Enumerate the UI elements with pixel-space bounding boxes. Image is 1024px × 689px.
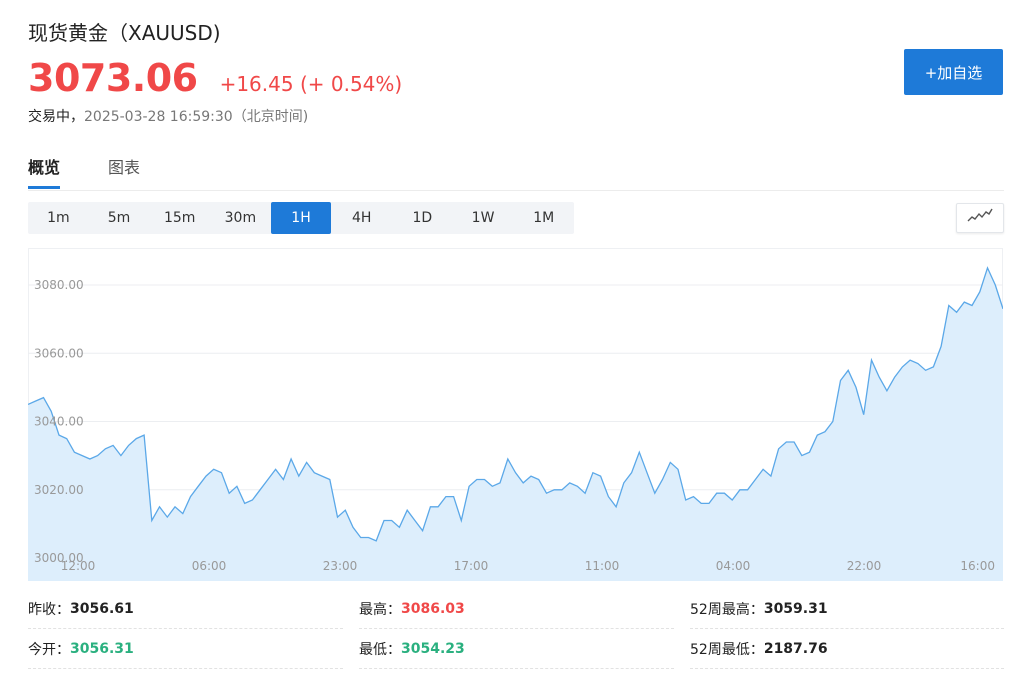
- interval-15m[interactable]: 15m: [149, 202, 210, 234]
- instrument-title: 现货黄金（XAUUSD): [28, 21, 221, 45]
- add-watchlist-button[interactable]: +加自选: [904, 49, 1003, 95]
- interval-1h[interactable]: 1H: [270, 202, 332, 234]
- x-tick-label: 22:00: [847, 559, 882, 573]
- price-chart[interactable]: 3000.00 3020.00 3040.00 3060.00 3080.00 12:0…: [28, 248, 1003, 581]
- stat-value: 3086.03: [401, 601, 465, 617]
- stats-row-1: 昨收： 3056.61 最高： 3086.03 52周最高： 3059.31: [28, 590, 1004, 630]
- stat-label: 昨收：: [28, 602, 70, 618]
- stat-value: 3056.31: [70, 641, 134, 657]
- interval-selector: 1m 5m 15m 30m 1H 4H 1D 1W 1M: [28, 202, 574, 234]
- x-tick-label: 12:00: [61, 559, 96, 573]
- y-tick-label: 3020.00: [34, 483, 84, 497]
- line-chart-icon: [967, 208, 993, 228]
- tab-overview[interactable]: 概览: [28, 154, 61, 189]
- y-tick-label: 3040.00: [34, 415, 84, 429]
- interval-1m[interactable]: 1m: [28, 202, 89, 234]
- stat-value: 2187.76: [763, 641, 828, 657]
- stat-label: 52周最低：: [690, 642, 764, 658]
- y-tick-label: 3080.00: [34, 278, 84, 292]
- x-tick-label: 16:00: [960, 559, 995, 573]
- x-tick-label: 06:00: [192, 559, 227, 573]
- stat-open: 今开： 3056.31: [28, 630, 343, 669]
- trading-status-text: 交易中，: [28, 109, 84, 125]
- tab-bar: 概览 图表: [28, 150, 1004, 191]
- interval-4h[interactable]: 4H: [331, 202, 392, 234]
- y-tick-label: 3060.00: [34, 346, 84, 360]
- stat-value: 3056.61: [70, 601, 134, 617]
- interval-30m[interactable]: 30m: [210, 202, 271, 234]
- stat-prev-close: 昨收： 3056.61: [28, 590, 343, 629]
- stat-low: 最低： 3054.23: [359, 630, 674, 669]
- interval-1d[interactable]: 1D: [392, 202, 453, 234]
- stat-label: 最高：: [359, 602, 401, 618]
- interval-5m[interactable]: 5m: [89, 202, 150, 234]
- stat-label: 最低：: [359, 642, 401, 658]
- x-tick-label: 04:00: [716, 559, 751, 573]
- stats-panel: 昨收： 3056.61 最高： 3086.03 52周最高： 3059.31 今…: [28, 590, 1004, 670]
- stat-value: 3054.23: [401, 641, 465, 657]
- interval-1w[interactable]: 1W: [453, 202, 514, 234]
- price-change: +16.45 (+ 0.54%): [219, 72, 403, 96]
- stat-high: 最高： 3086.03: [359, 590, 674, 629]
- stat-52w-high: 52周最高： 3059.31: [690, 590, 1004, 629]
- stat-52w-low: 52周最低： 2187.76: [690, 630, 1004, 669]
- price-row: 3073.06 +16.45 (+ 0.54%): [28, 56, 402, 100]
- tab-chart[interactable]: 图表: [108, 154, 140, 189]
- x-tick-label: 17:00: [454, 559, 489, 573]
- current-price: 3073.06: [28, 56, 198, 100]
- x-tick-label: 11:00: [585, 559, 620, 573]
- stat-value: 3059.31: [763, 601, 828, 617]
- interval-1mo[interactable]: 1M: [513, 202, 574, 234]
- trading-status: 交易中，2025-03-28 16:59:30（北京时间): [28, 106, 308, 126]
- x-tick-label: 23:00: [323, 559, 358, 573]
- stat-label: 52周最高：: [690, 602, 764, 618]
- stat-label: 今开：: [28, 642, 70, 658]
- quote-timestamp: 2025-03-28 16:59:30（北京时间): [84, 109, 309, 125]
- chart-type-button[interactable]: [956, 203, 1004, 233]
- stats-row-2: 今开： 3056.31 最低： 3054.23 52周最低： 2187.76: [28, 630, 1004, 670]
